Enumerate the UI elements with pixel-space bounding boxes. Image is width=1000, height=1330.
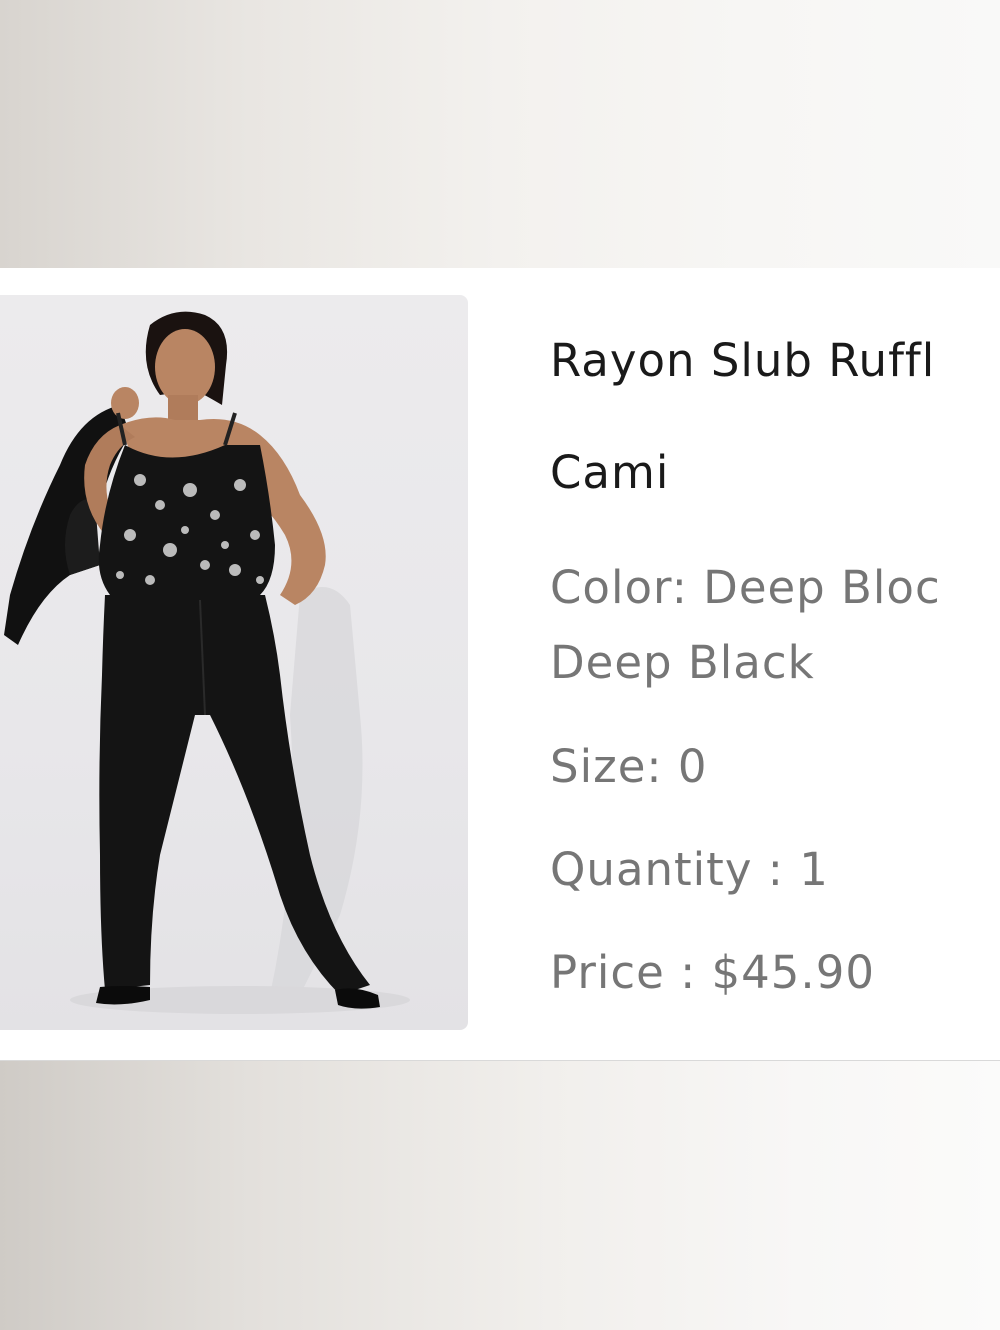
product-quantity: Quantity : 1	[550, 843, 829, 896]
product-color-line-1: Color: Deep Bloc	[550, 561, 941, 614]
product-color-line-2: Deep Black	[550, 636, 815, 689]
product-size: Size: 0	[550, 740, 708, 793]
product-image[interactable]	[0, 295, 468, 1030]
background-bottom	[0, 1060, 1000, 1330]
background-top	[0, 0, 1000, 268]
product-title-line-2[interactable]: Cami	[550, 446, 669, 499]
order-item-card[interactable]: Rayon Slub Ruffl Cami Color: Deep Bloc D…	[0, 268, 1000, 1061]
product-info: Rayon Slub Ruffl Cami Color: Deep Bloc D…	[550, 268, 1000, 1060]
product-title-line-1[interactable]: Rayon Slub Ruffl	[550, 334, 935, 387]
product-price: Price : $45.90	[550, 946, 876, 999]
